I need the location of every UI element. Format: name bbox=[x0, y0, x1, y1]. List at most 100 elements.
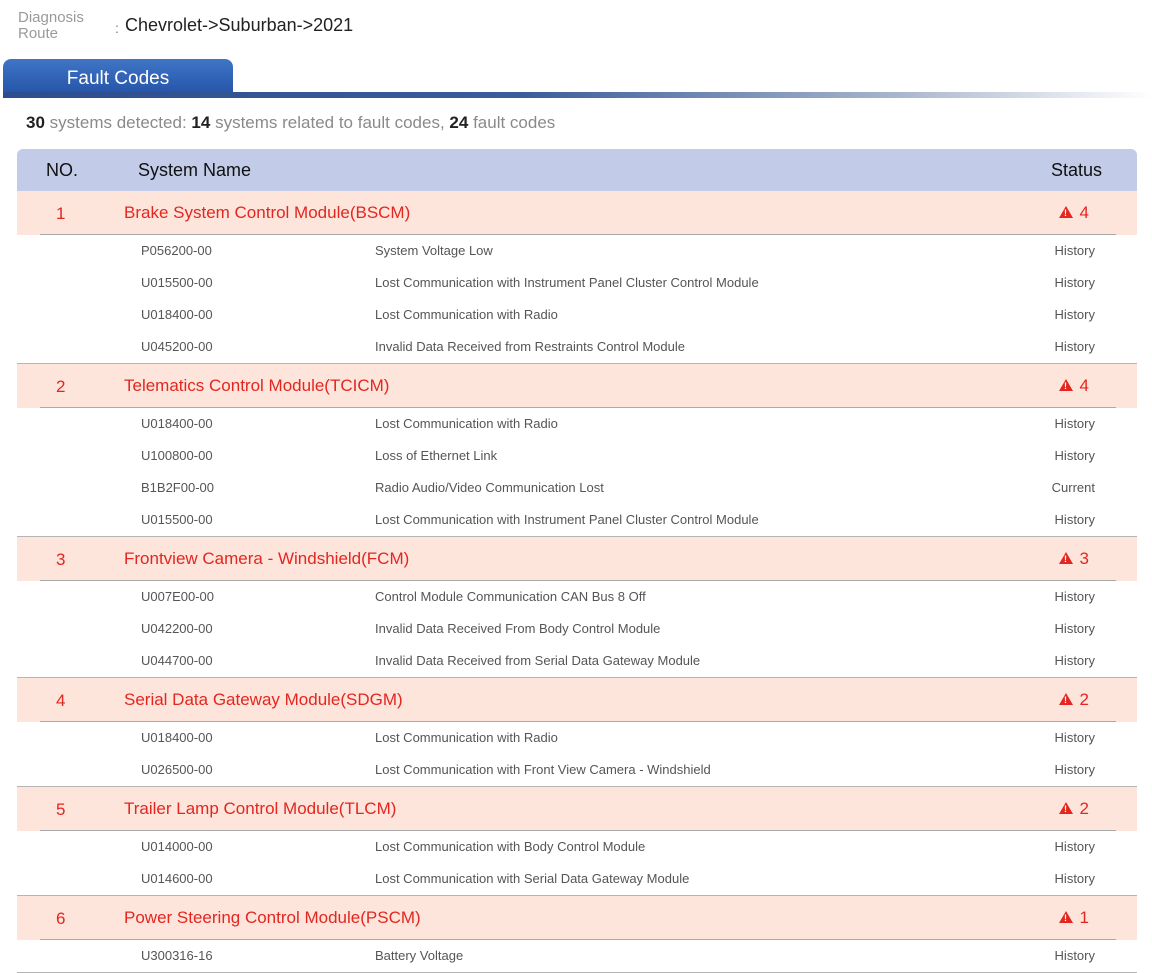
fault-code: U018400-00 bbox=[141, 307, 213, 322]
fault-row: U007E00-00 Control Module Communication C… bbox=[0, 581, 1152, 613]
fault-row: U026500-00 Lost Communication with Front … bbox=[0, 754, 1152, 787]
fault-row: U300316-16 Battery Voltage History bbox=[0, 940, 1152, 973]
table-header: NO. System Name Status bbox=[17, 149, 1137, 191]
fault-status: History bbox=[1054, 589, 1095, 604]
system-name: Trailer Lamp Control Module(TLCM) bbox=[124, 799, 397, 818]
fault-status: History bbox=[1054, 948, 1095, 963]
fault-status: History bbox=[1054, 307, 1095, 322]
header-system-name: System Name bbox=[138, 160, 252, 180]
fault-description: Loss of Ethernet Link bbox=[375, 448, 498, 463]
warning-icon bbox=[1059, 552, 1073, 564]
fault-description: Invalid Data Received from Restraints Co… bbox=[375, 339, 685, 354]
system-number: 5 bbox=[56, 800, 66, 819]
fault-description: Lost Communication with Front View Camer… bbox=[375, 762, 711, 777]
route-value: Chevrolet->Suburban->2021 bbox=[125, 15, 354, 35]
fault-table-body: 1 Brake System Control Module(BSCM) 4 P0562… bbox=[0, 191, 1152, 973]
system-number: 4 bbox=[56, 691, 66, 710]
route-label: Diagnosis Route bbox=[18, 9, 84, 42]
fault-status: History bbox=[1054, 653, 1095, 668]
fault-row: U014000-00 Lost Communication with Body C… bbox=[0, 831, 1152, 863]
fault-row: U044700-00 Invalid Data Received from Ser… bbox=[0, 645, 1152, 678]
system-row[interactable]: 6 Power Steering Control Module(PSCM) 1 bbox=[17, 896, 1137, 940]
fault-description: System Voltage Low bbox=[375, 243, 493, 258]
warning-icon bbox=[1059, 693, 1073, 705]
system-row[interactable]: 5 Trailer Lamp Control Module(TLCM) 2 bbox=[17, 787, 1137, 831]
system-name: Frontview Camera - Windshield(FCM) bbox=[124, 549, 410, 568]
fault-description: Lost Communication with Radio bbox=[375, 307, 558, 322]
fault-code: U014000-00 bbox=[141, 839, 213, 854]
system-name: Brake System Control Module(BSCM) bbox=[124, 203, 411, 222]
tab-underline bbox=[3, 92, 1152, 98]
systems-detected-count: 30 bbox=[26, 113, 45, 132]
fault-code: P056200-00 bbox=[141, 243, 212, 258]
system-row[interactable]: 3 Frontview Camera - Windshield(FCM) 3 bbox=[17, 537, 1137, 581]
fault-row: U018400-00 Lost Communication with Radio H… bbox=[0, 408, 1152, 440]
fault-row: U045200-00 Invalid Data Received from Res… bbox=[0, 331, 1152, 364]
fault-code: U045200-00 bbox=[141, 339, 213, 354]
fault-summary: 30 systems detected: 14 systems related … bbox=[26, 113, 555, 133]
fault-status: History bbox=[1054, 839, 1095, 854]
system-row[interactable]: 1 Brake System Control Module(BSCM) 4 bbox=[17, 191, 1137, 235]
systems-detected-text: systems detected: bbox=[49, 113, 187, 132]
system-name: Telematics Control Module(TCICM) bbox=[124, 376, 390, 395]
fault-description: Radio Audio/Video Communication Lost bbox=[375, 480, 604, 495]
fault-code: U018400-00 bbox=[141, 416, 213, 431]
tab-fault-codes[interactable]: Fault Codes bbox=[3, 59, 233, 96]
fault-row: U015500-00 Lost Communication with Instru… bbox=[0, 267, 1152, 299]
fault-code: U015500-00 bbox=[141, 512, 213, 527]
fault-row: U018400-00 Lost Communication with Radio H… bbox=[0, 722, 1152, 754]
route-colon: : bbox=[115, 20, 119, 36]
fault-code: U044700-00 bbox=[141, 653, 213, 668]
fault-row: U014600-00 Lost Communication with Serial… bbox=[0, 863, 1152, 896]
systems-related-text: systems related to fault codes, bbox=[215, 113, 445, 132]
fault-status: Current bbox=[1051, 480, 1095, 495]
fault-row: B1B2F00-00 Radio Audio/Video Communicatio… bbox=[0, 472, 1152, 504]
fault-status: History bbox=[1054, 275, 1095, 290]
fault-code: U300316-16 bbox=[141, 948, 213, 963]
fault-description: Lost Communication with Body Control Mod… bbox=[375, 839, 646, 854]
fault-description: Lost Communication with Radio bbox=[375, 416, 558, 431]
fault-code: B1B2F00-00 bbox=[141, 480, 214, 495]
fault-count: 2 bbox=[1079, 799, 1089, 818]
fault-row: U100800-00 Loss of Ethernet Link History bbox=[0, 440, 1152, 472]
fault-description: Invalid Data Received From Body Control … bbox=[375, 621, 661, 636]
fault-status: History bbox=[1054, 871, 1095, 886]
fault-count: 4 bbox=[1079, 203, 1089, 222]
fault-row: U042200-00 Invalid Data Received From Bod… bbox=[0, 613, 1152, 645]
fault-status: History bbox=[1054, 621, 1095, 636]
systems-related-count: 14 bbox=[191, 113, 211, 132]
fault-count: 4 bbox=[1079, 376, 1089, 395]
system-name: Power Steering Control Module(PSCM) bbox=[124, 908, 421, 927]
fault-code: U100800-00 bbox=[141, 448, 213, 463]
warning-icon bbox=[1059, 802, 1073, 814]
fault-code: U014600-00 bbox=[141, 871, 213, 886]
fault-status: History bbox=[1054, 339, 1095, 354]
system-number: 1 bbox=[56, 204, 66, 223]
fault-code: U015500-00 bbox=[141, 275, 213, 290]
fault-status: History bbox=[1054, 416, 1095, 431]
fault-status: History bbox=[1054, 762, 1095, 777]
fault-code: U018400-00 bbox=[141, 730, 213, 745]
system-row[interactable]: 4 Serial Data Gateway Module(SDGM) 2 bbox=[17, 678, 1137, 722]
fault-description: Lost Communication with Instrument Panel… bbox=[375, 512, 759, 527]
fault-description: Control Module Communication CAN Bus 8 O… bbox=[375, 589, 646, 604]
system-number: 6 bbox=[56, 909, 66, 928]
fault-description: Lost Communication with Instrument Panel… bbox=[375, 275, 759, 290]
fault-row: U018400-00 Lost Communication with Radio H… bbox=[0, 299, 1152, 331]
fault-status: History bbox=[1054, 512, 1095, 527]
header-no: NO. bbox=[46, 160, 79, 180]
system-name: Serial Data Gateway Module(SDGM) bbox=[124, 690, 403, 709]
header-status: Status bbox=[1050, 160, 1102, 180]
fault-code: U026500-00 bbox=[141, 762, 213, 777]
system-number: 3 bbox=[56, 550, 66, 569]
system-row[interactable]: 2 Telematics Control Module(TCICM) 4 bbox=[17, 364, 1137, 408]
fault-row: U015500-00 Lost Communication with Instru… bbox=[0, 504, 1152, 537]
fault-status: History bbox=[1054, 730, 1095, 745]
fault-status: History bbox=[1054, 243, 1095, 258]
fault-description: Battery Voltage bbox=[375, 948, 464, 963]
fault-count: 2 bbox=[1079, 690, 1089, 709]
warning-icon bbox=[1059, 911, 1073, 923]
system-number: 2 bbox=[56, 377, 66, 396]
fault-description: Lost Communication with Serial Data Gate… bbox=[375, 871, 690, 886]
fault-code: U007E00-00 bbox=[141, 589, 214, 604]
